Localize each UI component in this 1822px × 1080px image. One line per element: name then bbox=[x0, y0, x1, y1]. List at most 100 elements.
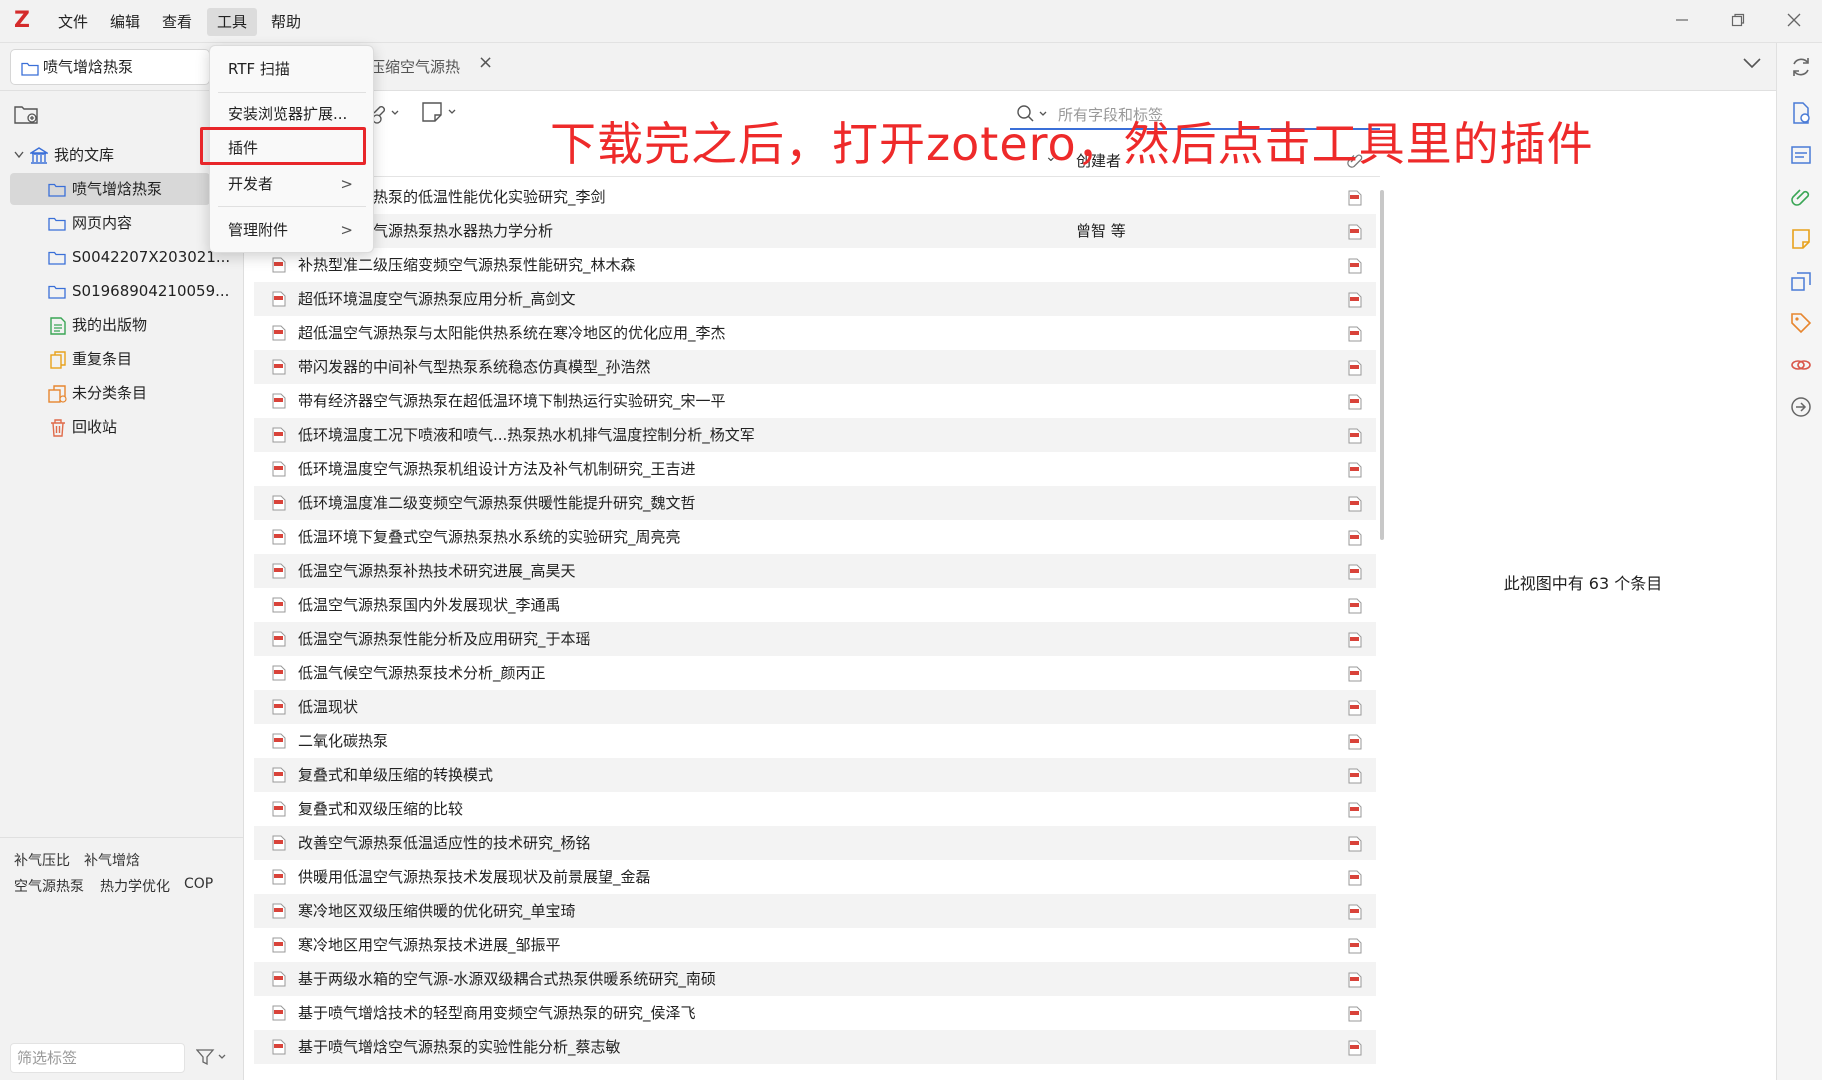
tree-collection-4[interactable]: S01968904210059... bbox=[0, 275, 230, 307]
chevron-down-icon[interactable] bbox=[1742, 56, 1762, 70]
pdf-attachment-icon[interactable] bbox=[1348, 224, 1362, 240]
tree-collection-1[interactable]: 喷气增焓热泵 bbox=[10, 173, 210, 205]
pdf-attachment-icon[interactable] bbox=[1348, 666, 1362, 682]
table-row[interactable]: 低温空气源热泵国内外发展现状_李通禹 bbox=[254, 588, 1376, 622]
pdf-attachment-icon[interactable] bbox=[1348, 258, 1362, 274]
pdf-attachment-icon[interactable] bbox=[1348, 564, 1362, 580]
pdf-attachment-icon[interactable] bbox=[1348, 462, 1362, 478]
related-icon[interactable] bbox=[1789, 353, 1813, 377]
table-row[interactable]: 补热型准二级压缩变频空气源热泵性能研究_林木森 bbox=[254, 248, 1376, 282]
tree-unfiled[interactable]: 未分类条目 bbox=[0, 377, 230, 409]
menu-item-rtf-scan[interactable]: RTF 扫描 bbox=[210, 53, 373, 85]
filter-icon[interactable] bbox=[196, 1048, 228, 1066]
menu-view[interactable]: 查看 bbox=[152, 8, 202, 36]
pdf-attachment-icon[interactable] bbox=[1348, 326, 1362, 342]
table-row[interactable]: 改善空气源热泵低温适应性的技术研究_杨铭 bbox=[254, 826, 1376, 860]
pdf-attachment-icon[interactable] bbox=[1348, 428, 1362, 444]
locate-icon[interactable] bbox=[1789, 395, 1813, 419]
table-row[interactable]: 低环境温度空气源热泵机组设计方法及补气机制研究_王吉进 bbox=[254, 452, 1376, 486]
pdf-attachment-icon[interactable] bbox=[1348, 1006, 1362, 1022]
pdf-attachment-icon[interactable] bbox=[1348, 632, 1362, 648]
tag-filter-input[interactable]: 筛选标签 bbox=[10, 1043, 185, 1073]
pdf-attachment-icon[interactable] bbox=[1348, 360, 1362, 376]
table-row[interactable]: 基于喷气增焓技术的轻型商用变频空气源热泵的研究_侯泽飞 bbox=[254, 996, 1376, 1030]
pdf-attachment-icon[interactable] bbox=[1348, 734, 1362, 750]
pdf-attachment-icon[interactable] bbox=[1348, 292, 1362, 308]
pdf-attachment-icon[interactable] bbox=[1348, 598, 1362, 614]
item-title: 低温气候空气源热泵技术分析_颜丙正 bbox=[298, 664, 546, 682]
tags-icon[interactable] bbox=[1789, 311, 1813, 335]
table-row[interactable]: 复叠式和单级压缩的转换模式 bbox=[254, 758, 1376, 792]
table-row[interactable]: 低温空气源热泵性能分析及应用研究_于本瑶 bbox=[254, 622, 1376, 656]
tag[interactable]: COP bbox=[184, 876, 213, 892]
pdf-icon bbox=[272, 835, 286, 851]
tree-trash[interactable]: 回收站 bbox=[0, 411, 230, 443]
pdf-attachment-icon[interactable] bbox=[1348, 768, 1362, 784]
menu-tools[interactable]: 工具 bbox=[207, 8, 258, 36]
table-row[interactable]: 低环境温度准二级变频空气源热泵供暖性能提升研究_魏文哲 bbox=[254, 486, 1376, 520]
menu-item-developer[interactable]: 开发者 > bbox=[210, 168, 373, 200]
tree-duplicates[interactable]: 重复条目 bbox=[0, 343, 230, 375]
menu-edit[interactable]: 编辑 bbox=[100, 8, 150, 36]
table-row[interactable]: 二氧化碳热泵 bbox=[254, 724, 1376, 758]
pdf-attachment-icon[interactable] bbox=[1348, 1040, 1362, 1056]
table-row[interactable]: 低温现状 bbox=[254, 690, 1376, 724]
pdf-attachment-icon[interactable] bbox=[1348, 904, 1362, 920]
tree-my-publications[interactable]: 我的出版物 bbox=[0, 309, 230, 341]
pdf-attachment-icon[interactable] bbox=[1348, 836, 1362, 852]
table-row[interactable]: 低环境温度工况下喷液和喷气...热泵热水机排气温度控制分析_杨文军 bbox=[254, 418, 1376, 452]
tab-library[interactable]: 喷气增焓热泵 bbox=[10, 49, 210, 85]
tree-collection-3[interactable]: S0042207X203021... bbox=[0, 241, 230, 273]
table-row[interactable]: 带闪发器的中间补气型热泵系统稳态仿真模型_孙浩然 bbox=[254, 350, 1376, 384]
tab-document-label[interactable]: 压缩空气源热 bbox=[370, 56, 460, 77]
pdf-attachment-icon[interactable] bbox=[1348, 870, 1362, 886]
menu-item-install-browser-extension[interactable]: 安装浏览器扩展... bbox=[210, 98, 373, 130]
tree-collection-2[interactable]: 网页内容 bbox=[0, 207, 230, 239]
tree-my-library[interactable]: 我的文库 bbox=[0, 139, 230, 171]
menu-help[interactable]: 帮助 bbox=[261, 8, 311, 36]
items-scrollbar[interactable] bbox=[1380, 190, 1384, 540]
tag[interactable]: 热力学优化 bbox=[100, 876, 170, 896]
table-row[interactable]: 寒冷地区双级压缩供暖的优化研究_单宝琦 bbox=[254, 894, 1376, 928]
restore-button[interactable] bbox=[1724, 8, 1752, 36]
pdf-attachment-icon[interactable] bbox=[1348, 530, 1362, 546]
table-row[interactable]: 供暖用低温空气源热泵技术发展现状及前景展望_金磊 bbox=[254, 860, 1376, 894]
tab-close-button[interactable]: × bbox=[478, 52, 493, 73]
notes-icon[interactable] bbox=[1789, 227, 1813, 251]
table-row[interactable]: 超低环境温度空气源热泵应用分析_高剑文 bbox=[254, 282, 1376, 316]
table-row[interactable]: 寒冷地区用空气源热泵技术进展_邹振平 bbox=[254, 928, 1376, 962]
close-window-button[interactable] bbox=[1780, 8, 1808, 36]
table-row[interactable]: 带有经济器空气源热泵在超低温环境下制热运行实验研究_宋一平 bbox=[254, 384, 1376, 418]
table-row[interactable]: 二级压缩空气源热泵热水器热力学分析 曾智 等 bbox=[254, 214, 1376, 248]
new-collection-icon[interactable] bbox=[14, 103, 40, 125]
tag[interactable]: 补气增焓 bbox=[84, 850, 140, 870]
menu-item-manage-attachments[interactable]: 管理附件 > bbox=[210, 214, 373, 246]
table-row[interactable]: 低温环境下复叠式空气源热泵热水系统的实验研究_周亮亮 bbox=[254, 520, 1376, 554]
pdf-attachment-icon[interactable] bbox=[1348, 972, 1362, 988]
pdf-attachment-icon[interactable] bbox=[1348, 802, 1362, 818]
menu-file[interactable]: 文件 bbox=[48, 8, 98, 36]
table-row[interactable]: 低温空气源热泵补热技术研究进展_高昊天 bbox=[254, 554, 1376, 588]
pdf-attachment-icon[interactable] bbox=[1348, 496, 1362, 512]
pdf-attachment-icon[interactable] bbox=[1348, 394, 1362, 410]
pdf-attachment-icon[interactable] bbox=[1348, 700, 1362, 716]
table-row[interactable]: 压缩空气源热泵的低温性能优化实验研究_李剑 bbox=[254, 180, 1376, 214]
table-row[interactable]: 低温气候空气源热泵技术分析_颜丙正 bbox=[254, 656, 1376, 690]
table-row[interactable]: 复叠式和双级压缩的比较 bbox=[254, 792, 1376, 826]
info-icon[interactable] bbox=[1789, 101, 1813, 125]
sync-icon[interactable] bbox=[1789, 55, 1813, 79]
table-row[interactable]: 超低温空气源热泵与太阳能供热系统在寒冷地区的优化应用_李杰 bbox=[254, 316, 1376, 350]
attachments-icon[interactable] bbox=[1789, 185, 1813, 209]
minimize-button[interactable] bbox=[1668, 8, 1696, 36]
pdf-attachment-icon[interactable] bbox=[1348, 938, 1362, 954]
tag[interactable]: 补气压比 bbox=[14, 850, 70, 870]
pdf-icon bbox=[272, 257, 286, 273]
tag[interactable]: 空气源热泵 bbox=[14, 876, 84, 896]
table-row[interactable]: 基于两级水箱的空气源-水源双级耦合式热泵供暖系统研究_南硕 bbox=[254, 962, 1376, 996]
chevron-down-icon[interactable] bbox=[14, 151, 24, 159]
pdf-attachment-icon[interactable] bbox=[1348, 190, 1362, 206]
libraries-collections-icon[interactable] bbox=[1789, 269, 1813, 293]
new-note-icon[interactable] bbox=[420, 100, 460, 124]
abstract-icon[interactable] bbox=[1789, 143, 1813, 167]
table-row[interactable]: 基于喷气增焓空气源热泵的实验性能分析_蔡志敏 bbox=[254, 1030, 1376, 1064]
